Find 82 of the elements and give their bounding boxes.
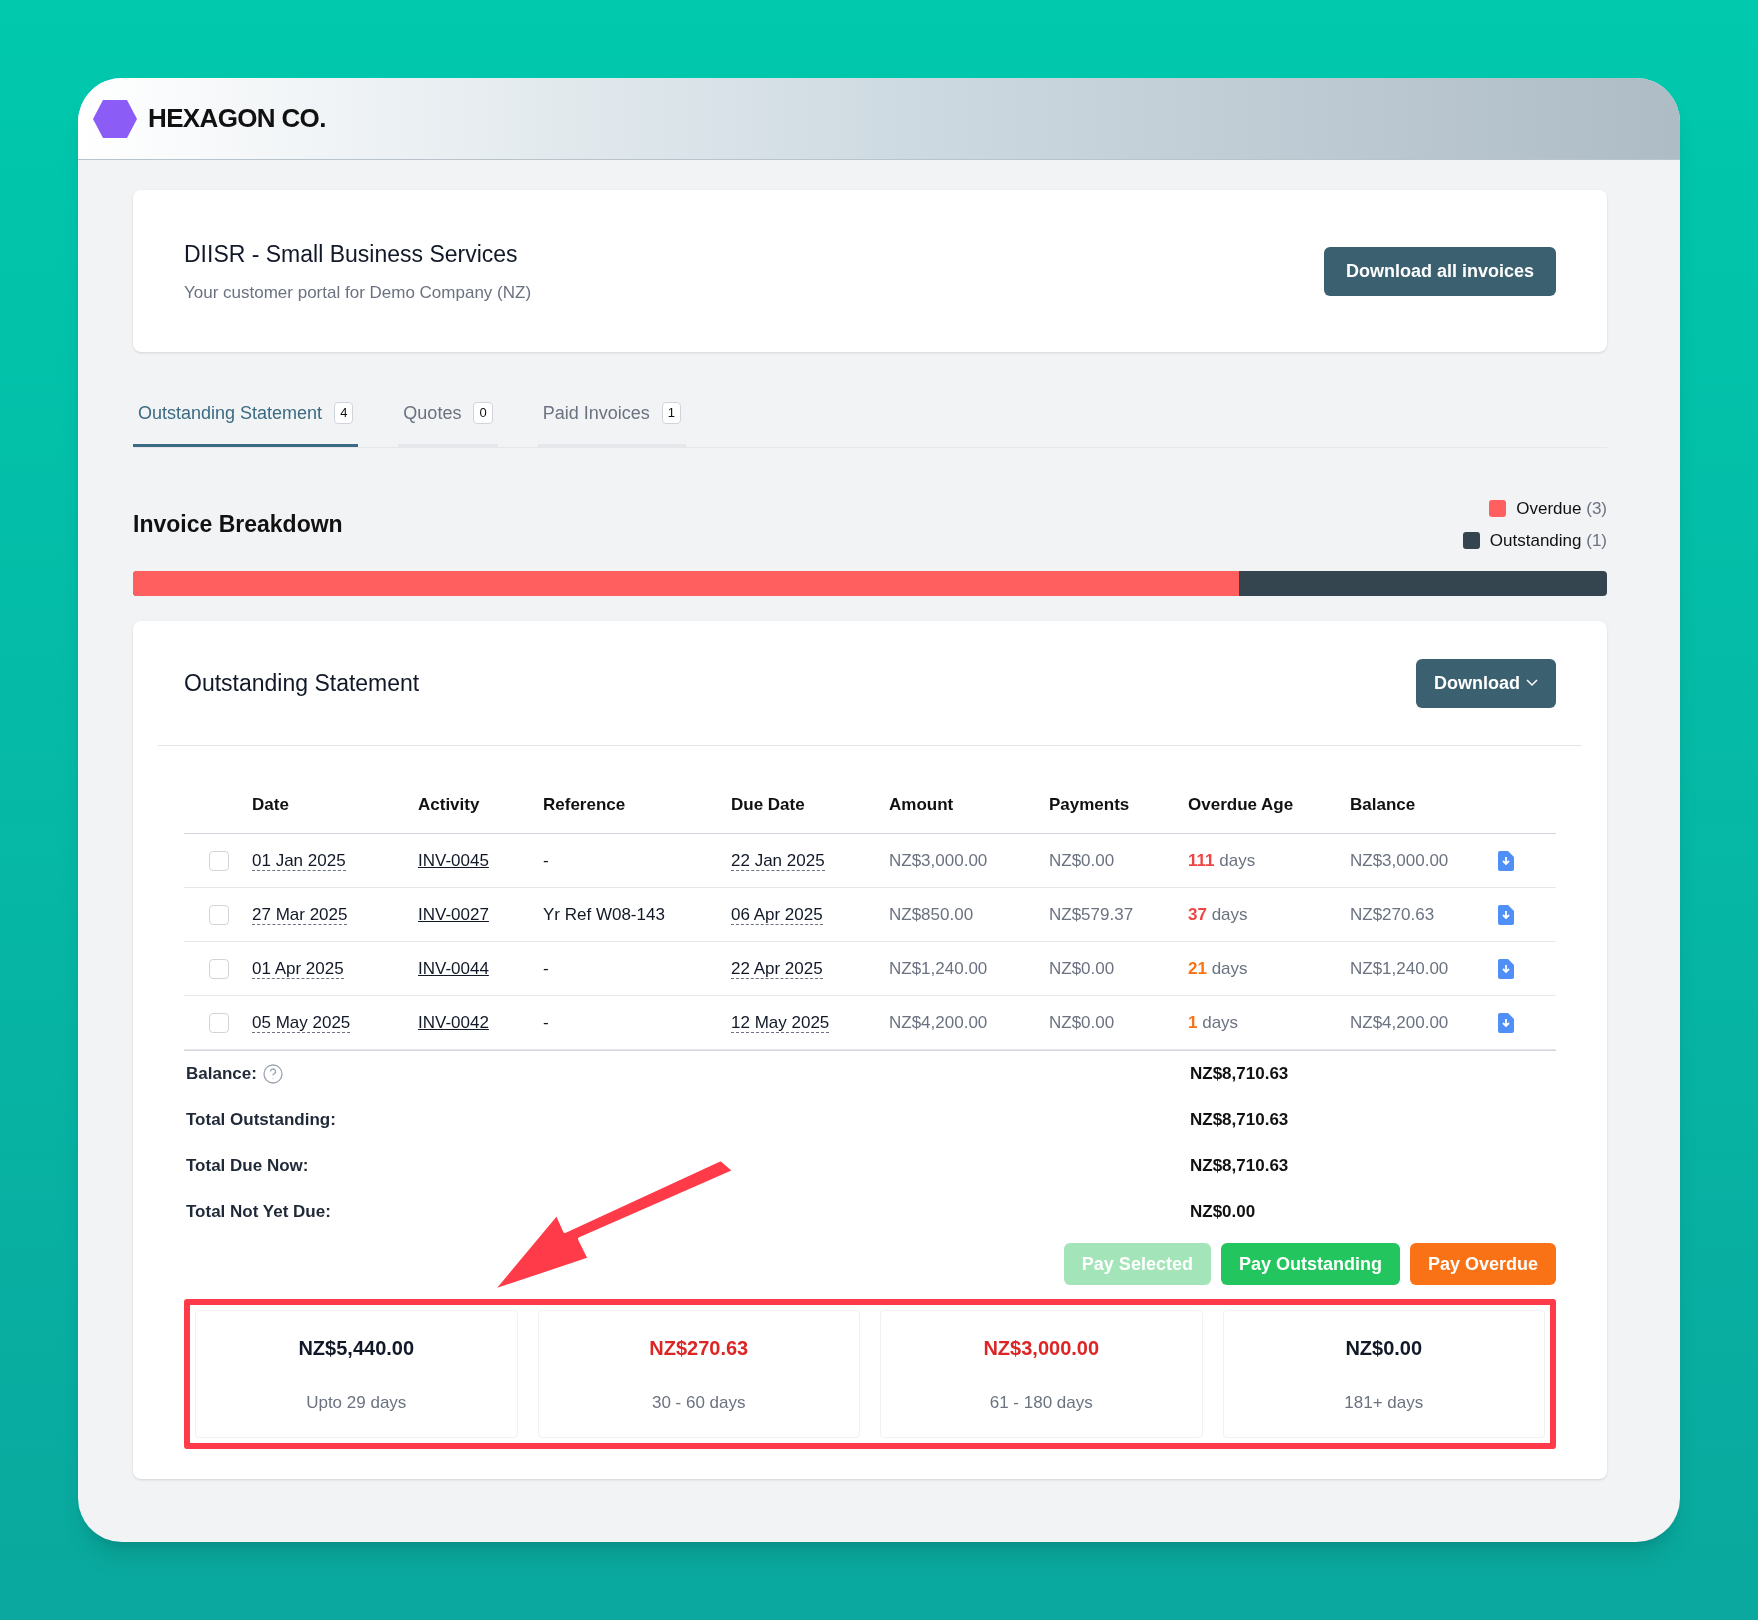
total-label: Total Not Yet Due: (186, 1201, 331, 1224)
total-value: NZ$8,710.63 (1190, 1063, 1290, 1086)
chevron-down-icon (1526, 679, 1538, 687)
tab-count: 1 (661, 402, 681, 424)
balance-cell-text: NZ$1,240.00 (1350, 957, 1450, 980)
tab[interactable]: Paid Invoices 1 (537, 382, 686, 447)
download-file-icon[interactable] (1497, 850, 1515, 871)
row-checkbox[interactable] (209, 958, 229, 979)
column-header: Reference (543, 793, 627, 816)
total-label: Total Outstanding: (186, 1109, 336, 1132)
date-cell: 01 Apr 2025 (252, 958, 344, 979)
row-checkbox[interactable] (209, 1012, 229, 1033)
column-header: Payments (1049, 793, 1131, 816)
download-all-button[interactable]: Download all invoices (1323, 246, 1556, 296)
due-date-cell: 22 Jan 2025 (731, 850, 825, 871)
date-cell: 01 Jan 2025 (252, 850, 346, 871)
bucket-range: 181+ days (1344, 1391, 1424, 1414)
due-date-cell: 12 May 2025 (731, 1012, 830, 1033)
bucket-range: 61 - 180 days (989, 1391, 1093, 1414)
customer-subtitle: Your customer portal for Demo Company (NZ) (184, 281, 532, 304)
overdue-age-cell-text: 1 days (1188, 1011, 1240, 1034)
balance-cell-text: NZ$270.63 (1350, 903, 1436, 926)
balance-cell-text: NZ$3,000.00 (1350, 849, 1450, 872)
column-header: Balance (1350, 793, 1417, 816)
date-cell: 05 May 2025 (252, 1012, 351, 1033)
invoice-link[interactable]: INV-0027 (418, 904, 489, 924)
amount-cell-text: NZ$850.00 (889, 903, 975, 926)
amount-cell-text: NZ$3,000.00 (889, 849, 989, 872)
invoice-link[interactable]: INV-0042 (418, 1012, 489, 1032)
column-header: Overdue Age (1188, 793, 1295, 816)
brand-name: HEXAGON CO. (148, 102, 326, 135)
column-header: Amount (889, 793, 955, 816)
total-value: NZ$8,710.63 (1190, 1155, 1290, 1178)
reference-cell-text: Yr Ref W08-143 (543, 903, 666, 926)
bucket-amount: NZ$270.63 (649, 1336, 749, 1361)
legend-label: Overdue (3) (1516, 498, 1607, 520)
download-file-icon[interactable] (1497, 958, 1515, 979)
legend-label: Outstanding (1) (1489, 529, 1607, 552)
bucket-amount: NZ$0.00 (1345, 1336, 1423, 1361)
balance-cell-text: NZ$4,200.00 (1350, 1011, 1450, 1034)
column-header: Due Date (731, 793, 806, 816)
total-value: NZ$8,710.63 (1190, 1109, 1290, 1132)
download-file-icon[interactable] (1497, 1012, 1515, 1033)
customer-title: DIISR - Small Business Services (184, 240, 519, 269)
bucket-range: 30 - 60 days (651, 1391, 746, 1414)
bucket-amount: NZ$3,000.00 (983, 1336, 1100, 1361)
reference-cell-text: - (543, 957, 550, 980)
statement-title: Outstanding Statement (184, 668, 420, 698)
tab-count: 4 (334, 402, 354, 424)
reference-cell-text: - (543, 849, 550, 872)
tab-count: 0 (473, 402, 493, 424)
payments-cell-text: NZ$0.00 (1049, 1011, 1116, 1034)
row-checkbox[interactable] (209, 904, 229, 925)
due-date-cell: 22 Apr 2025 (731, 958, 823, 979)
payments-cell-text: NZ$0.00 (1049, 849, 1116, 872)
bucket-range: Upto 29 days (306, 1391, 407, 1414)
tab[interactable]: Quotes 0 (398, 382, 498, 447)
invoice-link[interactable]: INV-0045 (418, 850, 489, 870)
help-icon[interactable] (262, 1064, 283, 1084)
row-checkbox[interactable] (209, 850, 229, 871)
overdue-age-cell-text: 21 days (1188, 957, 1249, 980)
section-title: Invoice Breakdown (133, 510, 343, 540)
amount-cell-text: NZ$4,200.00 (889, 1011, 989, 1034)
amount-cell-text: NZ$1,240.00 (889, 957, 989, 980)
payments-cell-text: NZ$579.37 (1049, 903, 1135, 926)
payments-cell-text: NZ$0.00 (1049, 957, 1116, 980)
bucket-amount: NZ$5,440.00 (298, 1336, 415, 1361)
total-label: Total Due Now: (186, 1155, 309, 1178)
due-date-cell: 06 Apr 2025 (731, 904, 823, 925)
download-file-icon[interactable] (1497, 904, 1515, 925)
hexagon-logo-icon (92, 98, 138, 139)
reference-cell-text: - (543, 1011, 550, 1034)
total-label: Balance: (186, 1063, 257, 1086)
column-header: Date (252, 793, 290, 816)
tab[interactable]: Outstanding Statement 4 (133, 382, 359, 447)
overdue-age-cell-text: 37 days (1188, 903, 1249, 926)
column-header: Activity (418, 793, 481, 816)
date-cell: 27 Mar 2025 (252, 904, 348, 925)
invoice-link[interactable]: INV-0044 (418, 958, 489, 978)
total-value: NZ$0.00 (1190, 1201, 1257, 1224)
overdue-age-cell-text: 111 days (1188, 849, 1257, 872)
download-button[interactable]: Download (1416, 658, 1556, 708)
